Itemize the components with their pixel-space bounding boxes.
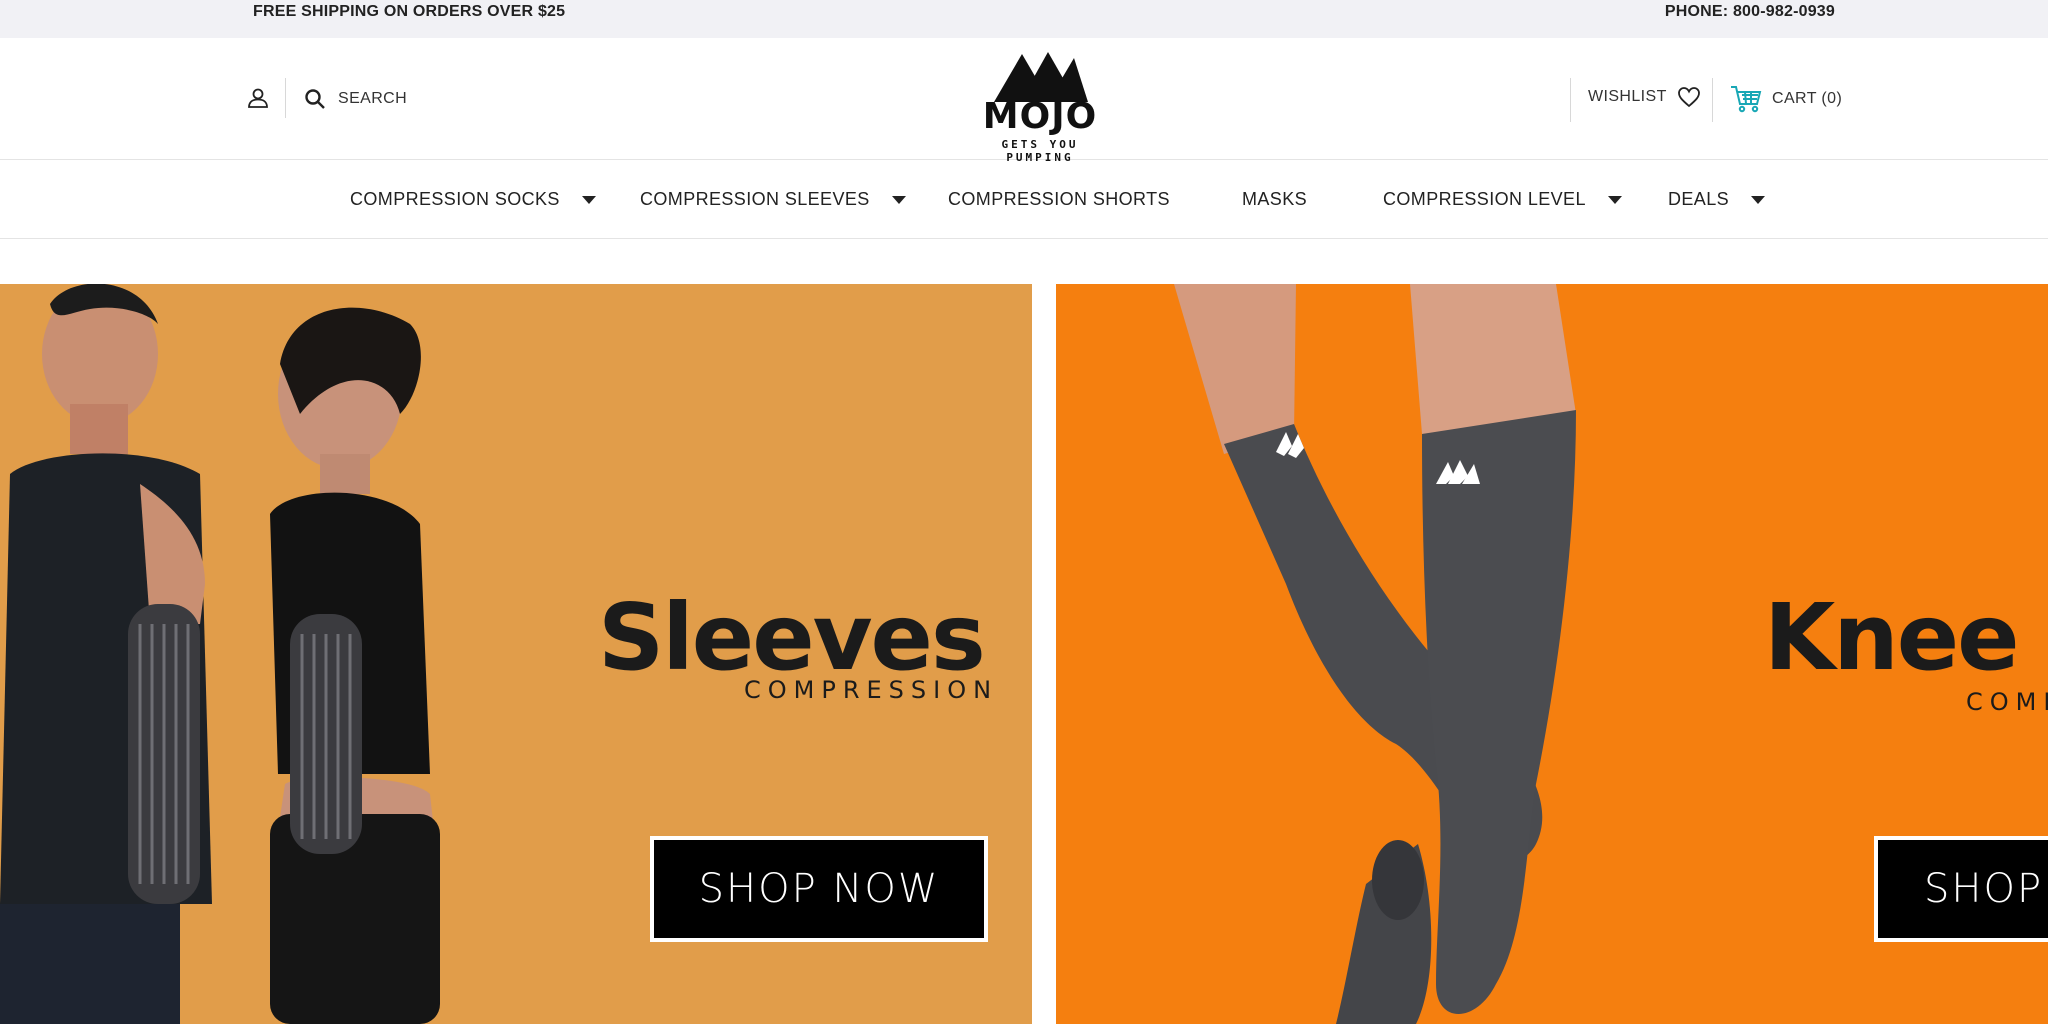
header-divider bbox=[285, 78, 286, 118]
nav-label: DEALS bbox=[1668, 189, 1730, 209]
search-label: SEARCH bbox=[338, 90, 408, 107]
nav-label: COMPRESSION SOCKS bbox=[350, 189, 560, 209]
nav-label: COMPRESSION SHORTS bbox=[948, 189, 1170, 209]
nav-compression-sleeves[interactable]: COMPRESSION SLEEVES bbox=[640, 189, 906, 210]
free-shipping-text: FREE SHIPPING ON ORDERS OVER $25 bbox=[253, 3, 566, 20]
banner-subline: COMP bbox=[1966, 688, 2048, 716]
wishlist-label: WISHLIST bbox=[1588, 88, 1667, 105]
nav-label: COMPRESSION LEVEL bbox=[1383, 189, 1586, 209]
caret-down-icon bbox=[1751, 195, 1766, 204]
nav-compression-socks[interactable]: COMPRESSION SOCKS bbox=[350, 189, 596, 210]
caret-down-icon bbox=[891, 195, 906, 204]
nav-compression-level[interactable]: COMPRESSION LEVEL bbox=[1383, 189, 1622, 210]
caret-down-icon bbox=[1607, 195, 1622, 204]
site-header: SEARCH MOJO GETS YOU PUMPING WISHLIST CA… bbox=[0, 38, 2048, 164]
heart-icon bbox=[1677, 87, 1700, 108]
account-icon[interactable] bbox=[246, 86, 270, 110]
mojo-logo[interactable]: MOJO GETS YOU PUMPING bbox=[960, 44, 1120, 164]
banner-headline: Sleeves bbox=[598, 584, 986, 691]
banner-headline: Knee H bbox=[1764, 584, 2048, 691]
nav-masks[interactable]: MASKS bbox=[1242, 189, 1307, 210]
nav-label: MASKS bbox=[1242, 189, 1308, 209]
main-nav: COMPRESSION SOCKS COMPRESSION SLEEVES CO… bbox=[0, 161, 2048, 239]
logo-text: MOJO bbox=[982, 96, 1098, 137]
header-divider bbox=[1570, 78, 1571, 122]
banner-subline: COMPRESSION bbox=[744, 676, 999, 704]
search-icon bbox=[305, 89, 325, 109]
wishlist-link[interactable]: WISHLIST bbox=[1588, 86, 1701, 108]
nav-label: COMPRESSION SLEEVES bbox=[640, 189, 870, 209]
search-button[interactable]: SEARCH bbox=[304, 88, 407, 110]
cart-link[interactable]: CART (0) bbox=[1730, 84, 1842, 114]
nav-deals[interactable]: DEALS bbox=[1668, 189, 1766, 210]
promo-banner-knee-high[interactable]: Knee H COMP SHOP bbox=[1056, 284, 2048, 1024]
cart-icon bbox=[1731, 86, 1762, 113]
mojo-peaks-icon bbox=[994, 52, 1088, 102]
header-divider bbox=[1712, 78, 1713, 122]
caret-down-icon bbox=[581, 195, 596, 204]
announcement-bar: FREE SHIPPING ON ORDERS OVER $25 PHONE: … bbox=[0, 0, 2048, 38]
phone-number[interactable]: PHONE: 800-982-0939 bbox=[1665, 3, 1835, 21]
shop-now-button[interactable]: SHOP NOW bbox=[650, 836, 988, 942]
shop-now-button[interactable]: SHOP bbox=[1874, 836, 2048, 942]
promo-banner-sleeves[interactable]: Sleeves COMPRESSION SHOP NOW bbox=[0, 284, 1032, 1024]
cart-label: CART (0) bbox=[1772, 90, 1843, 107]
nav-compression-shorts[interactable]: COMPRESSION SHORTS bbox=[948, 189, 1170, 210]
